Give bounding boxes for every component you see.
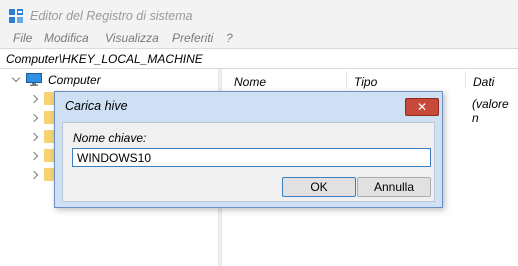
- chevron-right-icon[interactable]: [29, 170, 39, 180]
- column-header-nome[interactable]: Nome: [234, 75, 266, 89]
- value-cell-data[interactable]: (valore n: [472, 97, 518, 125]
- tree-item-computer[interactable]: Computer: [0, 70, 218, 89]
- chevron-right-icon[interactable]: [29, 151, 39, 161]
- dialog-body: Nome chiave: OK Annulla: [62, 122, 435, 202]
- chevron-right-icon[interactable]: [29, 113, 39, 123]
- address-path[interactable]: Computer\HKEY_LOCAL_MACHINE: [6, 52, 203, 66]
- chevron-right-icon[interactable]: [29, 132, 39, 142]
- menu-preferiti[interactable]: Preferiti: [172, 31, 213, 45]
- menu-bar: File Modifica Visualizza Preferiti ?: [0, 28, 518, 48]
- ok-button[interactable]: OK: [282, 177, 356, 197]
- key-name-input[interactable]: [72, 148, 431, 167]
- key-name-label: Nome chiave:: [73, 131, 147, 145]
- menu-help[interactable]: ?: [226, 31, 233, 45]
- tree-item[interactable]: [0, 146, 62, 165]
- computer-icon: [26, 73, 42, 86]
- menu-visualizza[interactable]: Visualizza: [105, 31, 159, 45]
- tree-root-label: Computer: [48, 73, 101, 87]
- column-header-tipo[interactable]: Tipo: [354, 75, 377, 89]
- window-title: Editor del Registro di sistema: [30, 9, 193, 23]
- address-bar[interactable]: Computer\HKEY_LOCAL_MACHINE: [0, 48, 518, 69]
- column-divider[interactable]: [465, 71, 466, 89]
- menu-file[interactable]: File: [13, 31, 32, 45]
- tree-item[interactable]: [0, 108, 62, 127]
- menu-modifica[interactable]: Modifica: [44, 31, 89, 45]
- registry-editor-icon: [9, 9, 23, 23]
- close-icon: ✕: [416, 100, 428, 114]
- chevron-right-icon[interactable]: [29, 94, 39, 104]
- dialog-title: Carica hive: [65, 99, 128, 113]
- cancel-button[interactable]: Annulla: [357, 177, 431, 197]
- column-divider[interactable]: [346, 71, 347, 89]
- tree-item[interactable]: [0, 165, 62, 184]
- tree-item[interactable]: [0, 89, 62, 108]
- column-header-dati[interactable]: Dati: [473, 75, 494, 89]
- close-button[interactable]: ✕: [405, 98, 439, 116]
- load-hive-dialog: Carica hive ✕ Nome chiave: OK Annulla: [54, 91, 443, 208]
- tree-item[interactable]: [0, 127, 62, 146]
- chevron-down-icon[interactable]: [11, 73, 21, 83]
